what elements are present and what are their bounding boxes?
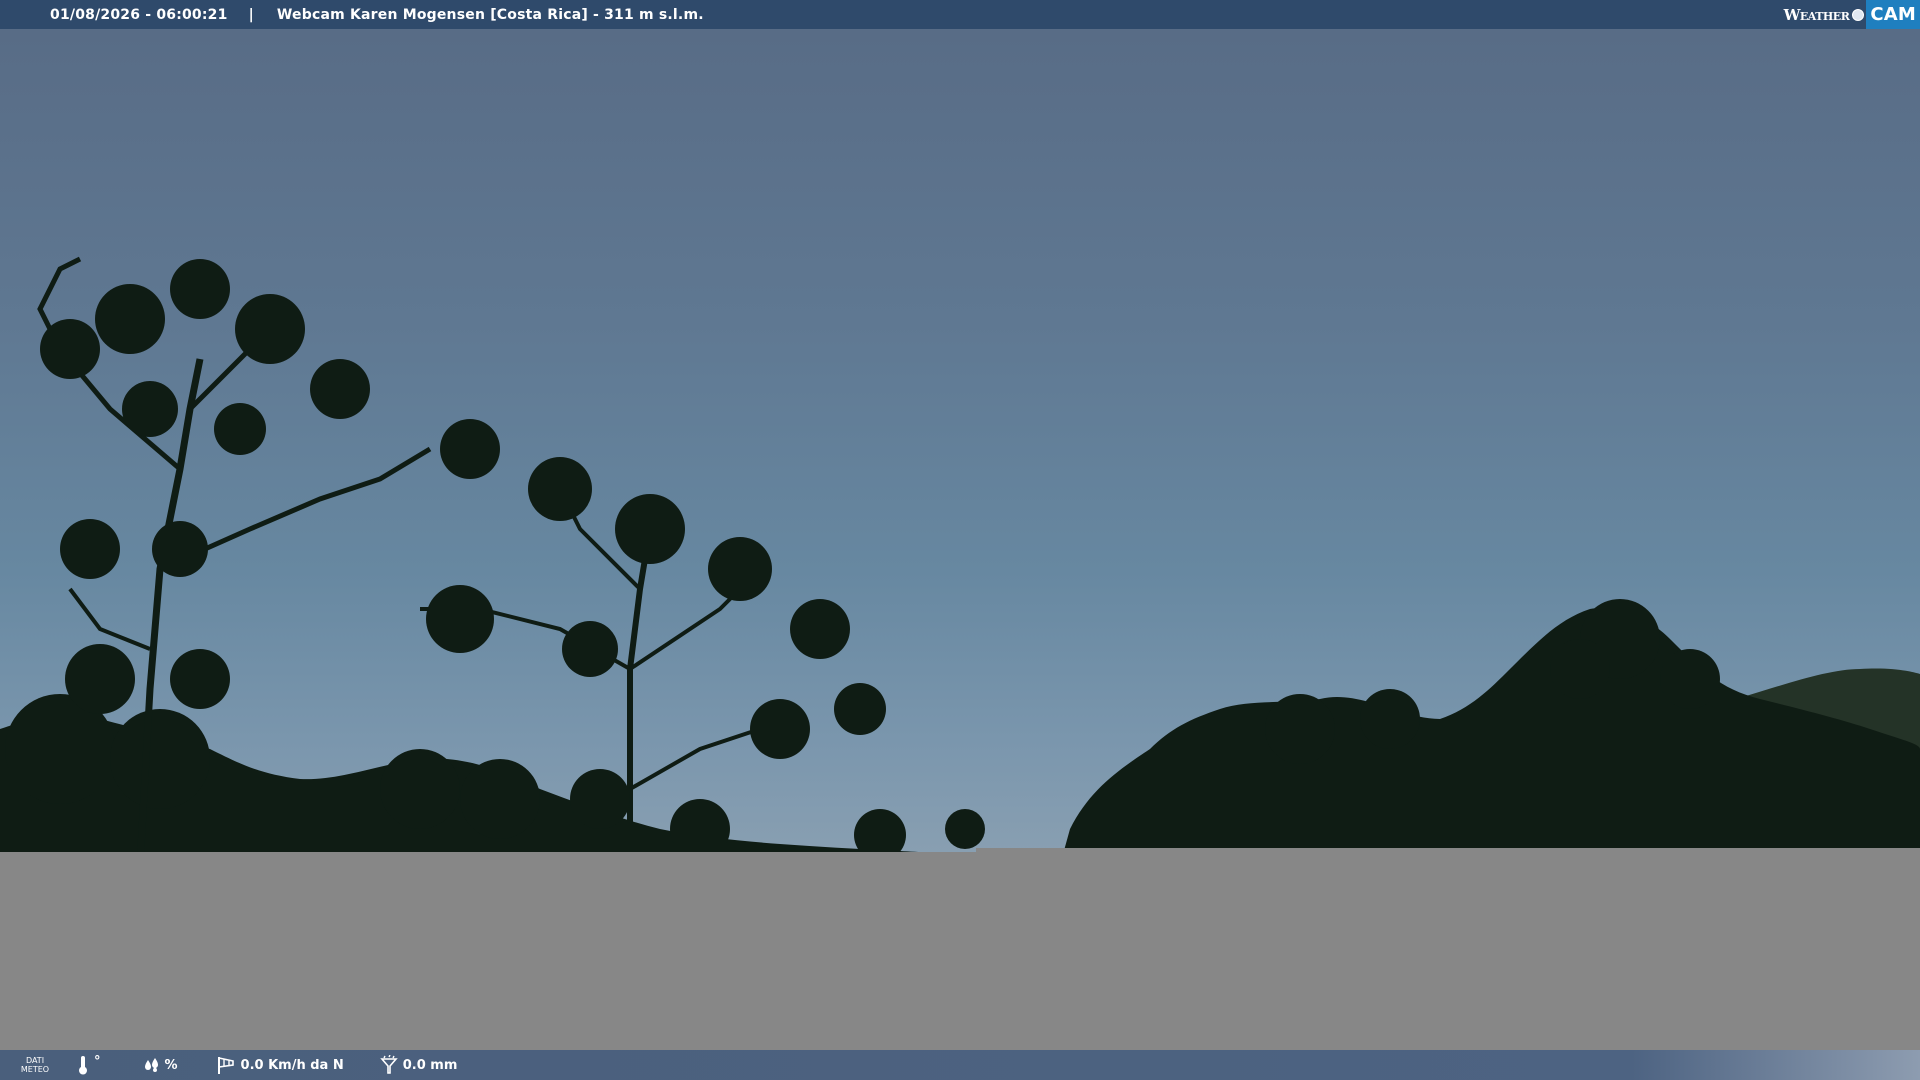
weathercam-logo: Weather CAM <box>1784 0 1920 29</box>
image-grey-edge <box>976 848 1920 858</box>
dati-meteo-label: DATI METEO <box>18 1056 52 1074</box>
header-separator: | <box>248 6 254 23</box>
wind-sock-icon <box>217 1057 234 1074</box>
humidity-drops-icon <box>144 1058 158 1072</box>
temperature-reading: ° <box>78 1053 101 1075</box>
rain-value: 0.0 mm <box>402 1057 458 1073</box>
temperature-value: ° <box>94 1053 101 1069</box>
rain-reading: 0.0 mm <box>379 1055 458 1075</box>
rain-gauge-icon <box>379 1055 398 1074</box>
webcam-frame: 01/08/2026 - 06:00:21 | Webcam Karen Mog… <box>0 0 1920 1080</box>
dati-label-line1: DATI <box>25 1056 45 1065</box>
webcam-caption: Webcam Karen Mogensen [Costa Rica] - 311… <box>276 6 704 23</box>
weather-data-bar: DATI METEO ° % 0.0 Km/h da N 0.0 mm <box>0 1050 1920 1080</box>
logo-cam-text: CAM <box>1866 0 1920 29</box>
humidity-value: % <box>164 1057 178 1073</box>
webcam-image <box>0 29 1920 865</box>
forest-silhouette <box>0 256 1920 865</box>
logo-weather-text: Weather <box>1783 5 1850 24</box>
image-grey-area <box>0 852 1920 1050</box>
wind-reading: 0.0 Km/h da N <box>216 1055 344 1075</box>
timestamp: 01/08/2026 - 06:00:21 <box>50 6 228 23</box>
thermometer-icon <box>79 1056 87 1075</box>
webcam-header: 01/08/2026 - 06:00:21 | Webcam Karen Mog… <box>0 0 1920 29</box>
wind-value: 0.0 Km/h da N <box>240 1057 344 1073</box>
dati-label-line2: METEO <box>20 1065 50 1074</box>
logo-dot-icon <box>1852 8 1865 21</box>
humidity-reading: % <box>143 1057 178 1073</box>
